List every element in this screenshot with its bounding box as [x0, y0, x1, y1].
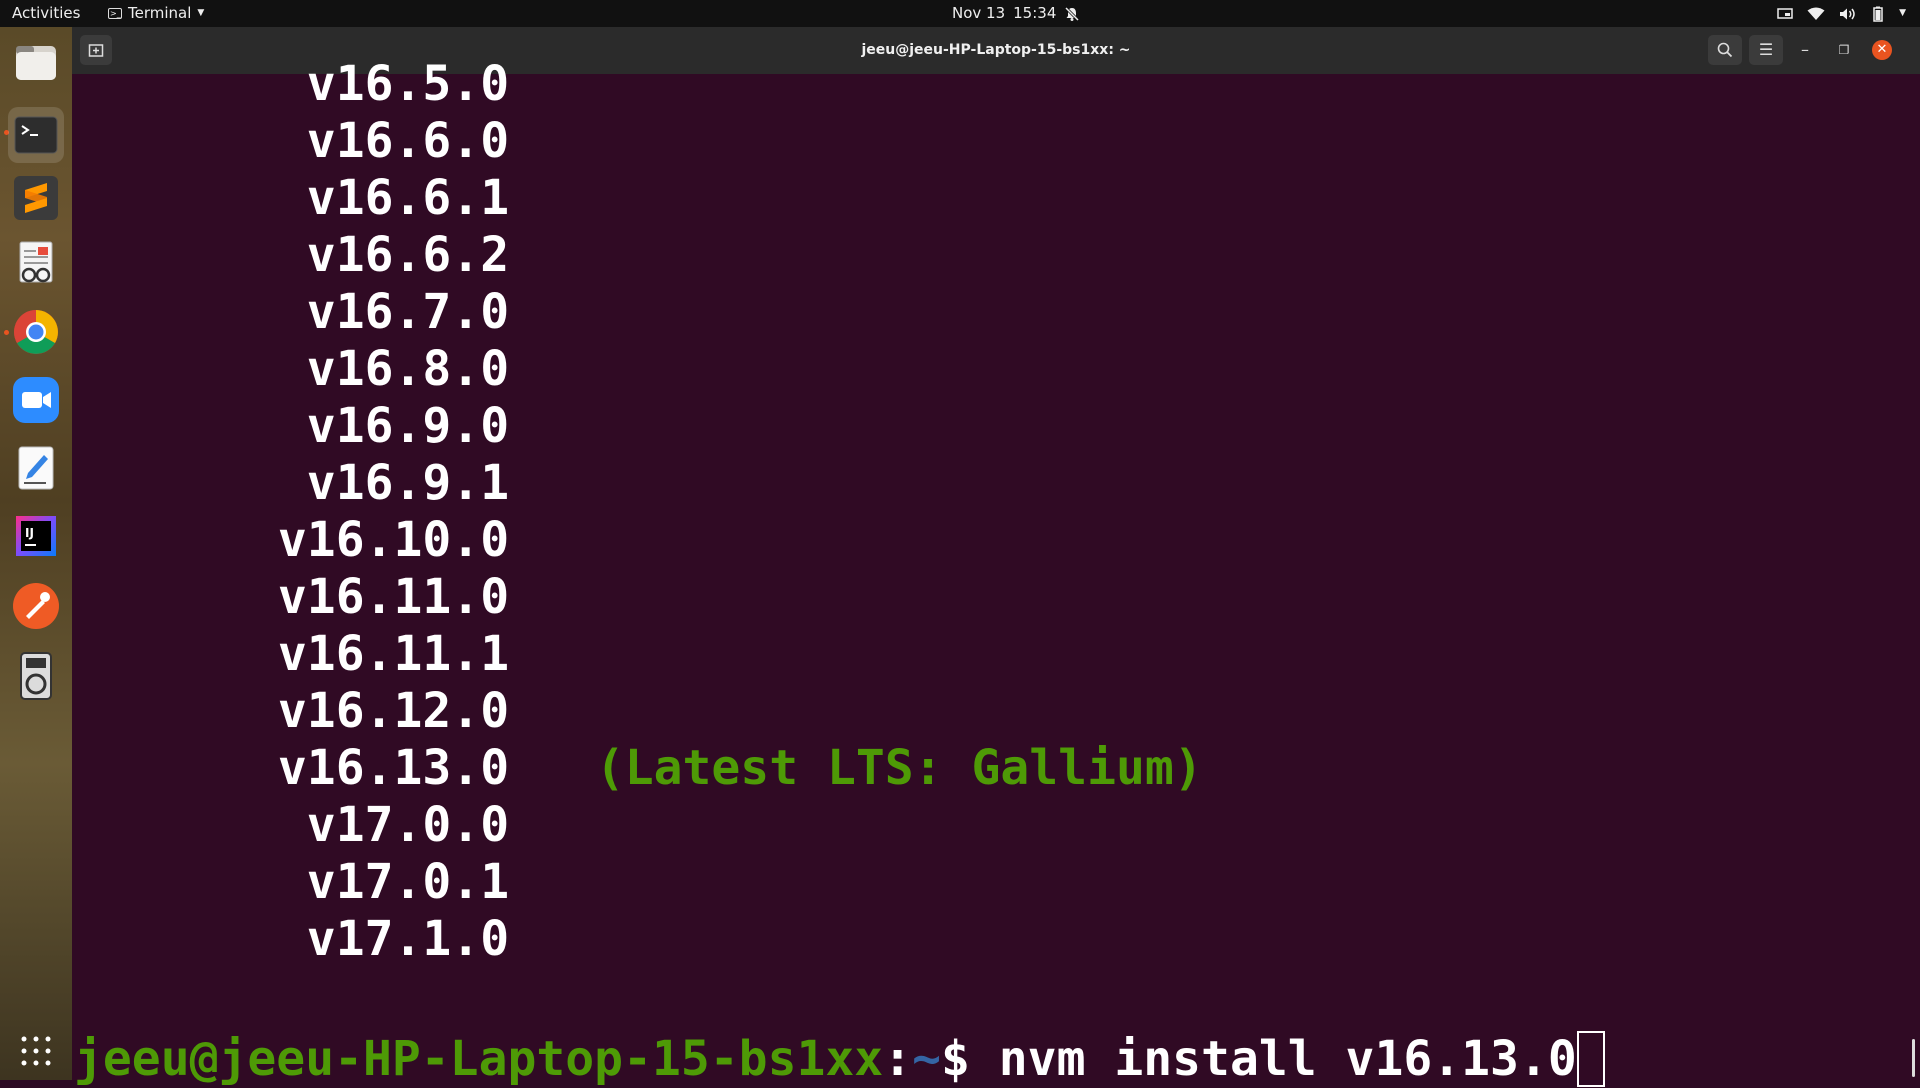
- version-text: v16.9.1: [249, 455, 510, 511]
- notifications-muted-icon: [1065, 6, 1080, 21]
- version-text: v16.8.0: [249, 341, 510, 397]
- version-line: v16.6.1: [249, 170, 509, 227]
- search-button[interactable]: [1708, 35, 1742, 65]
- minimize-button[interactable]: –: [1788, 35, 1822, 65]
- clock[interactable]: Nov 13 15:34: [952, 0, 1080, 27]
- version-text: v16.12.0: [249, 683, 510, 739]
- screen-icon: [1777, 7, 1793, 19]
- prompt-user-host: jeeu@jeeu-HP-Laptop-15-bs1xx: [74, 1031, 884, 1087]
- version-line: v16.11.1: [249, 626, 509, 683]
- show-apps-button[interactable]: [12, 1027, 60, 1075]
- document-viewer-icon: [19, 241, 53, 283]
- version-text: v16.6.2: [249, 227, 510, 283]
- version-line: v16.6.2: [249, 227, 509, 284]
- prompt-line: jeeu@jeeu-HP-Laptop-15-bs1xx:~$ nvm inst…: [74, 1031, 1605, 1088]
- version-text: v16.7.0: [249, 284, 510, 340]
- clock-time: 15:34: [1013, 4, 1057, 22]
- version-text: v16.9.0: [249, 398, 510, 454]
- version-line: v16.12.0: [249, 683, 509, 740]
- files-app[interactable]: [12, 38, 60, 86]
- app-menu-label: Terminal: [128, 4, 192, 22]
- postman-icon: [13, 583, 59, 629]
- version-line: v16.13.0 (Latest LTS: Gallium): [249, 740, 1203, 797]
- command-input[interactable]: nvm install v16.13.0: [999, 1031, 1577, 1087]
- scrollbar[interactable]: [1912, 1039, 1915, 1077]
- caret-down-icon: ▼: [197, 8, 205, 18]
- maximize-button[interactable]: ❐: [1827, 35, 1861, 65]
- terminal-icon: [14, 116, 58, 154]
- restore-icon: ❐: [1838, 43, 1850, 57]
- clock-date: Nov 13: [952, 4, 1006, 22]
- terminal-app[interactable]: [8, 107, 64, 163]
- hamburger-menu-button[interactable]: ☰: [1749, 35, 1783, 65]
- dock: IJ: [0, 27, 72, 1080]
- zoom-icon: [13, 377, 59, 423]
- system-tray[interactable]: ▼: [1777, 0, 1906, 27]
- version-line: v16.9.0: [249, 398, 509, 455]
- text-editor-app[interactable]: [12, 444, 60, 492]
- prompt-path: ~: [912, 1031, 941, 1087]
- version-line: v16.5.0: [249, 56, 509, 113]
- version-line: v16.8.0: [249, 341, 509, 398]
- hamburger-icon: ☰: [1758, 40, 1774, 59]
- text-editor-icon: [18, 446, 54, 490]
- version-text: v17.0.1: [249, 854, 510, 910]
- text-cursor: [1576, 1031, 1605, 1087]
- battery-icon: [1873, 6, 1883, 22]
- search-icon: [1717, 42, 1733, 58]
- version-line: v17.0.1: [249, 854, 509, 911]
- postman-app[interactable]: [12, 582, 60, 630]
- top-bar: Activities >_ Terminal ▼ Nov 13 15:34 ▼: [0, 0, 1920, 27]
- chrome-icon: [14, 310, 58, 354]
- close-icon: ✕: [1876, 42, 1888, 57]
- minimize-icon: –: [1801, 40, 1809, 59]
- terminal-output[interactable]: v16.5.0 v16.6.0 v16.6.1 v16.6.2 v16.7.0 …: [72, 56, 1920, 1087]
- music-player-app[interactable]: [12, 652, 60, 700]
- sublime-icon: [14, 176, 58, 220]
- terminal-icon: >_: [108, 8, 122, 19]
- version-text: v16.11.0: [249, 569, 510, 625]
- version-line: v16.11.0: [249, 569, 509, 626]
- version-text: v16.10.0: [249, 512, 510, 568]
- version-text: v16.11.1: [249, 626, 510, 682]
- app-grid-icon: [21, 1036, 51, 1066]
- activities-button[interactable]: Activities: [12, 0, 80, 27]
- sublime-text-app[interactable]: [12, 174, 60, 222]
- chrome-app[interactable]: [12, 308, 60, 356]
- wifi-icon: [1807, 7, 1825, 20]
- lts-note: (Latest LTS: Gallium): [595, 740, 1203, 796]
- version-text: v16.6.1: [249, 170, 510, 226]
- intellij-icon: IJ: [16, 516, 56, 556]
- version-line: v16.9.1: [249, 455, 509, 512]
- version-line: v17.1.0: [249, 911, 509, 968]
- version-line: v16.6.0: [249, 113, 509, 170]
- prompt-colon: :: [883, 1031, 913, 1087]
- svg-text:IJ: IJ: [25, 526, 34, 540]
- intellij-app[interactable]: IJ: [12, 512, 60, 560]
- version-line: v16.10.0: [249, 512, 509, 569]
- running-indicator: [4, 330, 9, 335]
- version-line: v16.7.0: [249, 284, 509, 341]
- volume-icon: [1840, 8, 1855, 19]
- folder-icon: [16, 46, 56, 80]
- zoom-app[interactable]: [12, 376, 60, 424]
- app-menu[interactable]: >_ Terminal ▼: [108, 0, 204, 27]
- close-button[interactable]: ✕: [1872, 40, 1892, 60]
- version-text: v17.0.0: [249, 797, 510, 853]
- version-text: v17.1.0: [249, 911, 510, 967]
- prompt-dollar: $: [940, 1031, 999, 1087]
- version-text: v16.5.0: [249, 56, 510, 112]
- system-menu-caret-icon: ▼: [1899, 8, 1906, 18]
- music-player-icon: [20, 652, 52, 700]
- version-text: v16.13.0: [249, 740, 510, 796]
- version-line: v17.0.0: [249, 797, 509, 854]
- document-viewer-app[interactable]: [12, 240, 60, 288]
- version-text: v16.6.0: [249, 113, 510, 169]
